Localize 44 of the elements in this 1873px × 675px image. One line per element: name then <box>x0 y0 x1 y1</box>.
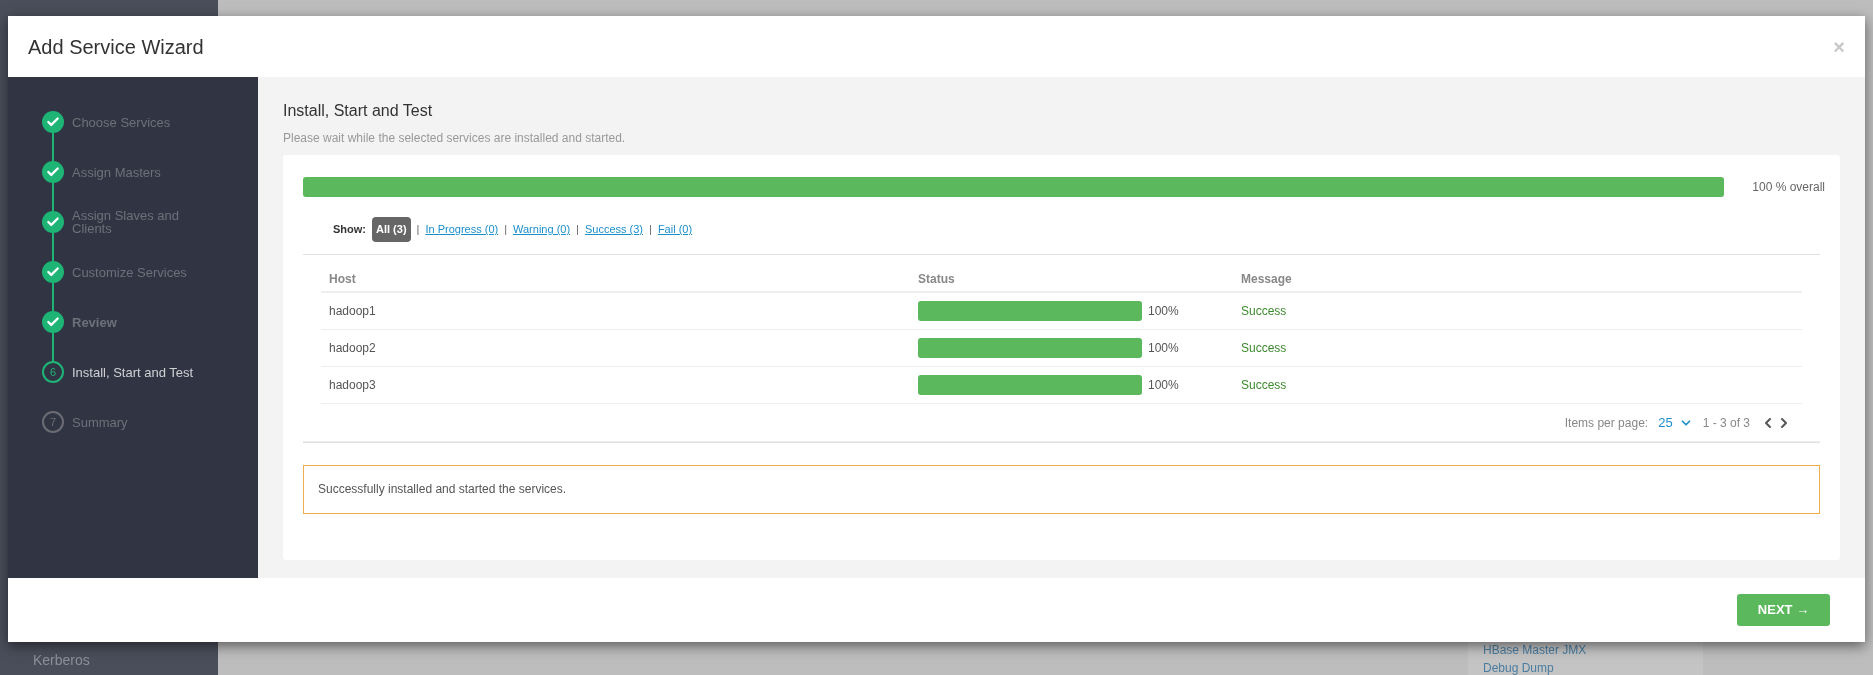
section-subtitle: Please wait while the selected services are installed and started. <box>283 130 627 147</box>
overall-percentage: 100 % overall <box>1752 179 1825 196</box>
filter-link[interactable]: Success (3) <box>584 221 644 238</box>
step-label[interactable]: Assign Slaves and Clients <box>72 209 222 235</box>
column-header: Message <box>1241 270 1292 288</box>
step-number: 7 <box>42 411 64 433</box>
column-header: Status <box>918 270 956 288</box>
percentage-text: 100% <box>1148 376 1179 394</box>
filter-link[interactable]: In Progress (0) <box>425 221 499 238</box>
percentage-text: 100% <box>1148 302 1179 320</box>
step-label[interactable]: Assign Masters <box>72 165 222 179</box>
filter-link[interactable]: Warning (0) <box>513 221 571 238</box>
filter-link[interactable]: Fail (0) <box>657 221 693 238</box>
message-cell-text: Success <box>1241 339 1287 357</box>
dialog-title: Add Service Wizard <box>28 34 204 60</box>
panel-link[interactable]: HBase Master JMX <box>1483 643 1688 657</box>
message-cell-text: Success <box>1241 376 1287 394</box>
separator: | <box>416 222 420 237</box>
panel-link[interactable]: Debug Dump <box>1483 661 1688 675</box>
page-range: 1 - 3 of 3 <box>1702 414 1750 432</box>
items-per-page-label: Items per page: <box>1564 414 1649 432</box>
step-label[interactable]: Customize Services <box>72 265 222 279</box>
close-button[interactable]: × <box>1833 31 1845 62</box>
separator: | <box>649 222 652 237</box>
step-label[interactable]: Summary <box>72 415 222 429</box>
separator: | <box>504 222 508 237</box>
step-label[interactable]: Install, Start and Test <box>72 365 222 379</box>
host-cell-text: hadoop3 <box>329 376 377 394</box>
filter-label: Show: <box>333 222 366 237</box>
step-label[interactable]: Choose Services <box>72 115 222 129</box>
page-size-select[interactable]: 25 <box>1658 412 1693 433</box>
sidebar-item[interactable]: Kerberos <box>33 650 185 671</box>
section-heading: Install, Start and Test <box>283 101 434 121</box>
host-cell-text: hadoop2 <box>329 339 377 357</box>
step-number: 6 <box>42 361 64 383</box>
next-button[interactable]: NEXT → <box>1737 594 1830 626</box>
separator: | <box>576 222 579 237</box>
message-cell-text: Success <box>1241 302 1287 320</box>
host-cell-text: hadoop1 <box>329 302 377 320</box>
success-alert: Successfully installed and started the services. <box>303 464 1820 514</box>
step-label[interactable]: Review <box>72 315 222 329</box>
filter-link[interactable]: All (3) <box>372 217 411 242</box>
column-header: Host <box>329 270 357 288</box>
percentage-text: 100% <box>1148 339 1179 357</box>
